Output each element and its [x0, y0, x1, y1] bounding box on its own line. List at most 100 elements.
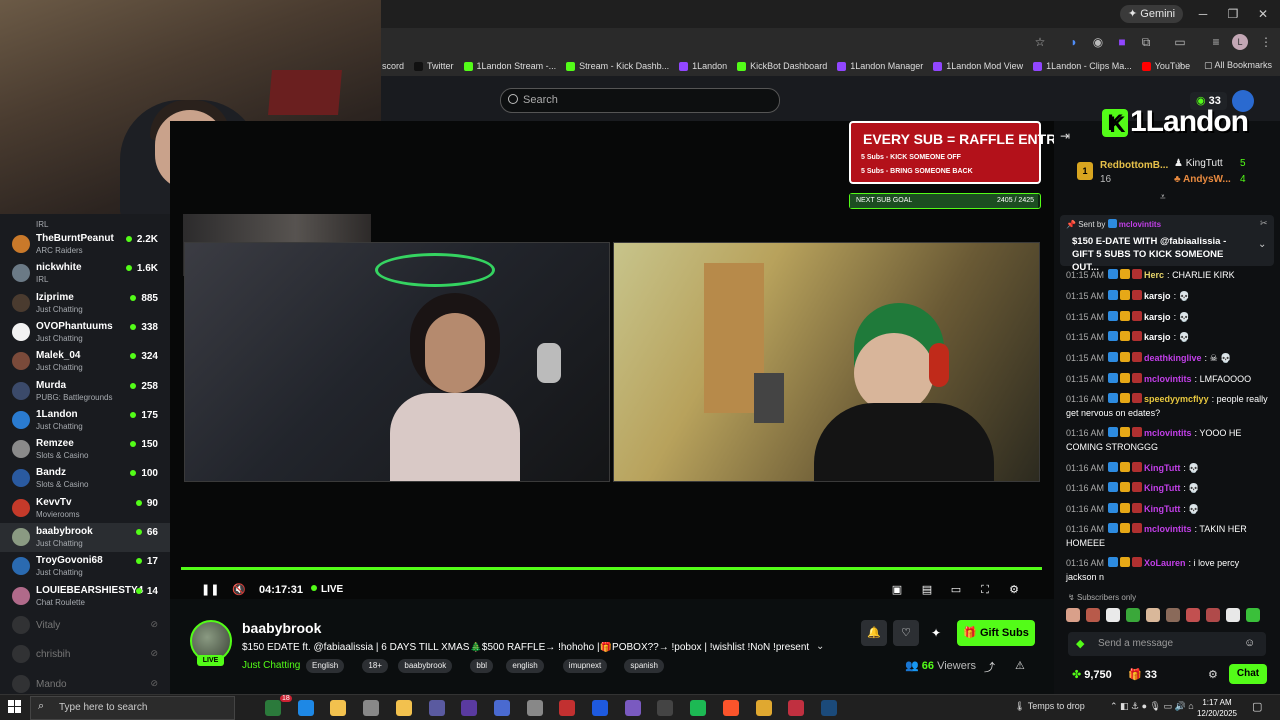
sidebar-channel-item[interactable]: Bandz Slots & Casino 100: [0, 464, 170, 493]
bookmark-item[interactable]: Twitter: [414, 61, 454, 71]
xbox-icon[interactable]: [265, 700, 281, 716]
chat-message[interactable]: 01:15 AM Herc: CHARLIE KIRK: [1066, 268, 1272, 282]
edge-icon[interactable]: [297, 700, 314, 716]
stream-tag[interactable]: english: [506, 659, 544, 673]
emote-icon[interactable]: [1226, 608, 1240, 622]
puzzle-icon[interactable]: ⧉: [1138, 34, 1154, 50]
chat-message-input[interactable]: Send a message: [1068, 632, 1266, 656]
settings-gear-icon[interactable]: [526, 700, 543, 716]
downloads-icon[interactable]: ≡: [1208, 34, 1224, 50]
sidebar-channel-item[interactable]: Vitaly ⊘: [0, 611, 170, 640]
channel-points[interactable]: ✤ 9,750: [1072, 668, 1112, 682]
star-icon[interactable]: ☆: [1032, 34, 1048, 50]
stream-tag[interactable]: English: [306, 659, 345, 673]
mini-player-icon[interactable]: ▣: [889, 582, 905, 598]
follow-heart-button[interactable]: ♡: [893, 620, 919, 646]
message-username[interactable]: KingTutt: [1144, 463, 1180, 473]
app-icon[interactable]: [592, 700, 608, 716]
minimize-icon[interactable]: ─: [1188, 4, 1218, 24]
emote-icon[interactable]: [1066, 608, 1080, 622]
message-username[interactable]: karsjo: [1144, 291, 1171, 301]
emote-picker-icon[interactable]: ◆: [1076, 637, 1084, 650]
leaderboard-user[interactable]: ♟ KingTutt: [1174, 158, 1223, 169]
pause-icon[interactable]: ❚❚: [201, 582, 219, 598]
steam-icon[interactable]: [820, 700, 837, 716]
bookmark-item[interactable]: 1Landon: [679, 61, 727, 71]
chat-message[interactable]: 01:15 AM karsjo: 💀: [1066, 310, 1272, 324]
bookmark-item[interactable]: 1Landon Mod View: [933, 61, 1023, 71]
chat-message[interactable]: 01:15 AM karsjo: 💀: [1066, 330, 1272, 344]
all-bookmarks[interactable]: ▢ All Bookmarks: [1204, 60, 1272, 71]
stream-tag[interactable]: spanish: [624, 659, 664, 673]
profile-icon[interactable]: L: [1232, 34, 1248, 50]
emote-icon[interactable]: [1246, 608, 1260, 622]
sidebar-channel-item[interactable]: KevvTv Movierooms 90: [0, 494, 170, 523]
chat-message[interactable]: 01:16 AM speedyymcflyy: people really get…: [1066, 392, 1272, 420]
windows-start-icon[interactable]: [8, 700, 22, 714]
chevron-down-icon[interactable]: ⌄: [816, 641, 824, 652]
sidebar-channel-item[interactable]: nickwhite IRL 1.6K: [0, 259, 170, 288]
emote-icon[interactable]: [1126, 608, 1140, 622]
app-icon[interactable]: [788, 700, 805, 716]
message-username[interactable]: mclovintits: [1144, 524, 1192, 534]
restore-icon[interactable]: ❐: [1218, 4, 1248, 24]
bookmark-item[interactable]: 1Landon Stream -...: [463, 61, 556, 71]
sidebar-channel-item[interactable]: TroyGovoni68 Just Chatting 17: [0, 552, 170, 581]
unpin-icon[interactable]: ✂: [1260, 218, 1268, 229]
spotify-icon[interactable]: [690, 700, 707, 716]
clip-icon[interactable]: ▤: [919, 582, 935, 598]
theater-mode-icon[interactable]: ▭: [948, 582, 964, 598]
playback-progress[interactable]: [181, 567, 1042, 570]
share-icon[interactable]: ⤴: [984, 659, 995, 675]
cast-icon[interactable]: ▭: [1172, 34, 1188, 50]
message-username[interactable]: KingTutt: [1144, 504, 1180, 514]
message-username[interactable]: karsjo: [1144, 332, 1171, 342]
chat-message[interactable]: 01:15 AM karsjo: 💀: [1066, 289, 1272, 303]
gemini-button[interactable]: ✦ Gemini: [1120, 5, 1184, 23]
notifications-icon[interactable]: ▢: [1252, 700, 1262, 713]
emote-icon[interactable]: [1146, 608, 1160, 622]
mute-icon[interactable]: 🔇: [231, 582, 247, 598]
message-username[interactable]: mclovintits: [1144, 428, 1192, 438]
sidebar-channel-item[interactable]: Malek_04 Just Chatting 324: [0, 347, 170, 376]
emote-icon[interactable]: [1186, 608, 1200, 622]
stream-tag[interactable]: 18+: [362, 659, 388, 673]
message-username[interactable]: karsjo: [1144, 312, 1171, 322]
address-bar[interactable]: ☆ ◗ ◉ ■ ⧉ ▭ ≡ L ⋮: [380, 28, 1280, 56]
collapse-chat-icon[interactable]: ⇥: [1060, 129, 1070, 143]
app-icon[interactable]: [559, 700, 576, 716]
chat-message[interactable]: 01:15 AM deathkinglive: ☠ 💀: [1066, 351, 1272, 365]
message-username[interactable]: mclovintits: [1144, 374, 1192, 384]
filter-icon[interactable]: ⩡: [1160, 192, 1166, 203]
sparkle-icon[interactable]: ✦: [931, 626, 941, 640]
chat-message[interactable]: 01:16 AM KingTutt: 💀: [1066, 461, 1272, 475]
emote-icon[interactable]: [1086, 608, 1100, 622]
sidebar-channel-item[interactable]: LOUIEBEARSHIESTY4 Chat Roulette 14: [0, 582, 170, 611]
streamer-name[interactable]: baabybrook: [242, 620, 321, 636]
sidebar-channel-item[interactable]: Murda PUBG: Battlegrounds 258: [0, 377, 170, 406]
discord-icon[interactable]: [624, 700, 641, 716]
bookmark-item[interactable]: 1Landon - Clips Ma...: [1033, 61, 1132, 71]
sidebar-channel-item[interactable]: baabybrook Just Chatting 66: [0, 523, 170, 552]
taskbar-clock[interactable]: 1:17 AM 12/20/2025: [1194, 697, 1240, 719]
app-icon[interactable]: [657, 700, 674, 716]
search-input[interactable]: Search: [500, 88, 780, 113]
emote-icon[interactable]: [1206, 608, 1220, 622]
message-username[interactable]: XoLauren: [1144, 558, 1186, 568]
settings-gear-icon[interactable]: ⚙: [1006, 582, 1022, 598]
chat-message[interactable]: 01:16 AM XoLauren: i love percy jackson n: [1066, 556, 1272, 584]
message-username[interactable]: speedyymcflyy: [1144, 394, 1209, 404]
menu-icon[interactable]: ⋮: [1258, 34, 1274, 50]
sidebar-channel-item[interactable]: Iziprime Just Chatting 885: [0, 289, 170, 318]
settings-app-icon[interactable]: [363, 700, 380, 716]
message-username[interactable]: deathkinglive: [1144, 353, 1202, 363]
twitch-extension-icon[interactable]: ■: [1114, 34, 1130, 50]
app-icon[interactable]: [493, 700, 510, 716]
pinned-message[interactable]: 📌 Sent by mclovintits ✂ $150 E-DATE WITH…: [1060, 215, 1274, 273]
stream-category[interactable]: Just Chatting: [242, 660, 300, 671]
message-username[interactable]: Herc: [1144, 270, 1164, 280]
chrome-icon[interactable]: [755, 700, 772, 716]
report-warning-icon[interactable]: ⚠: [1015, 659, 1025, 672]
sidebar-channel-item[interactable]: 1Landon Just Chatting 175: [0, 406, 170, 435]
message-username[interactable]: KingTutt: [1144, 483, 1180, 493]
